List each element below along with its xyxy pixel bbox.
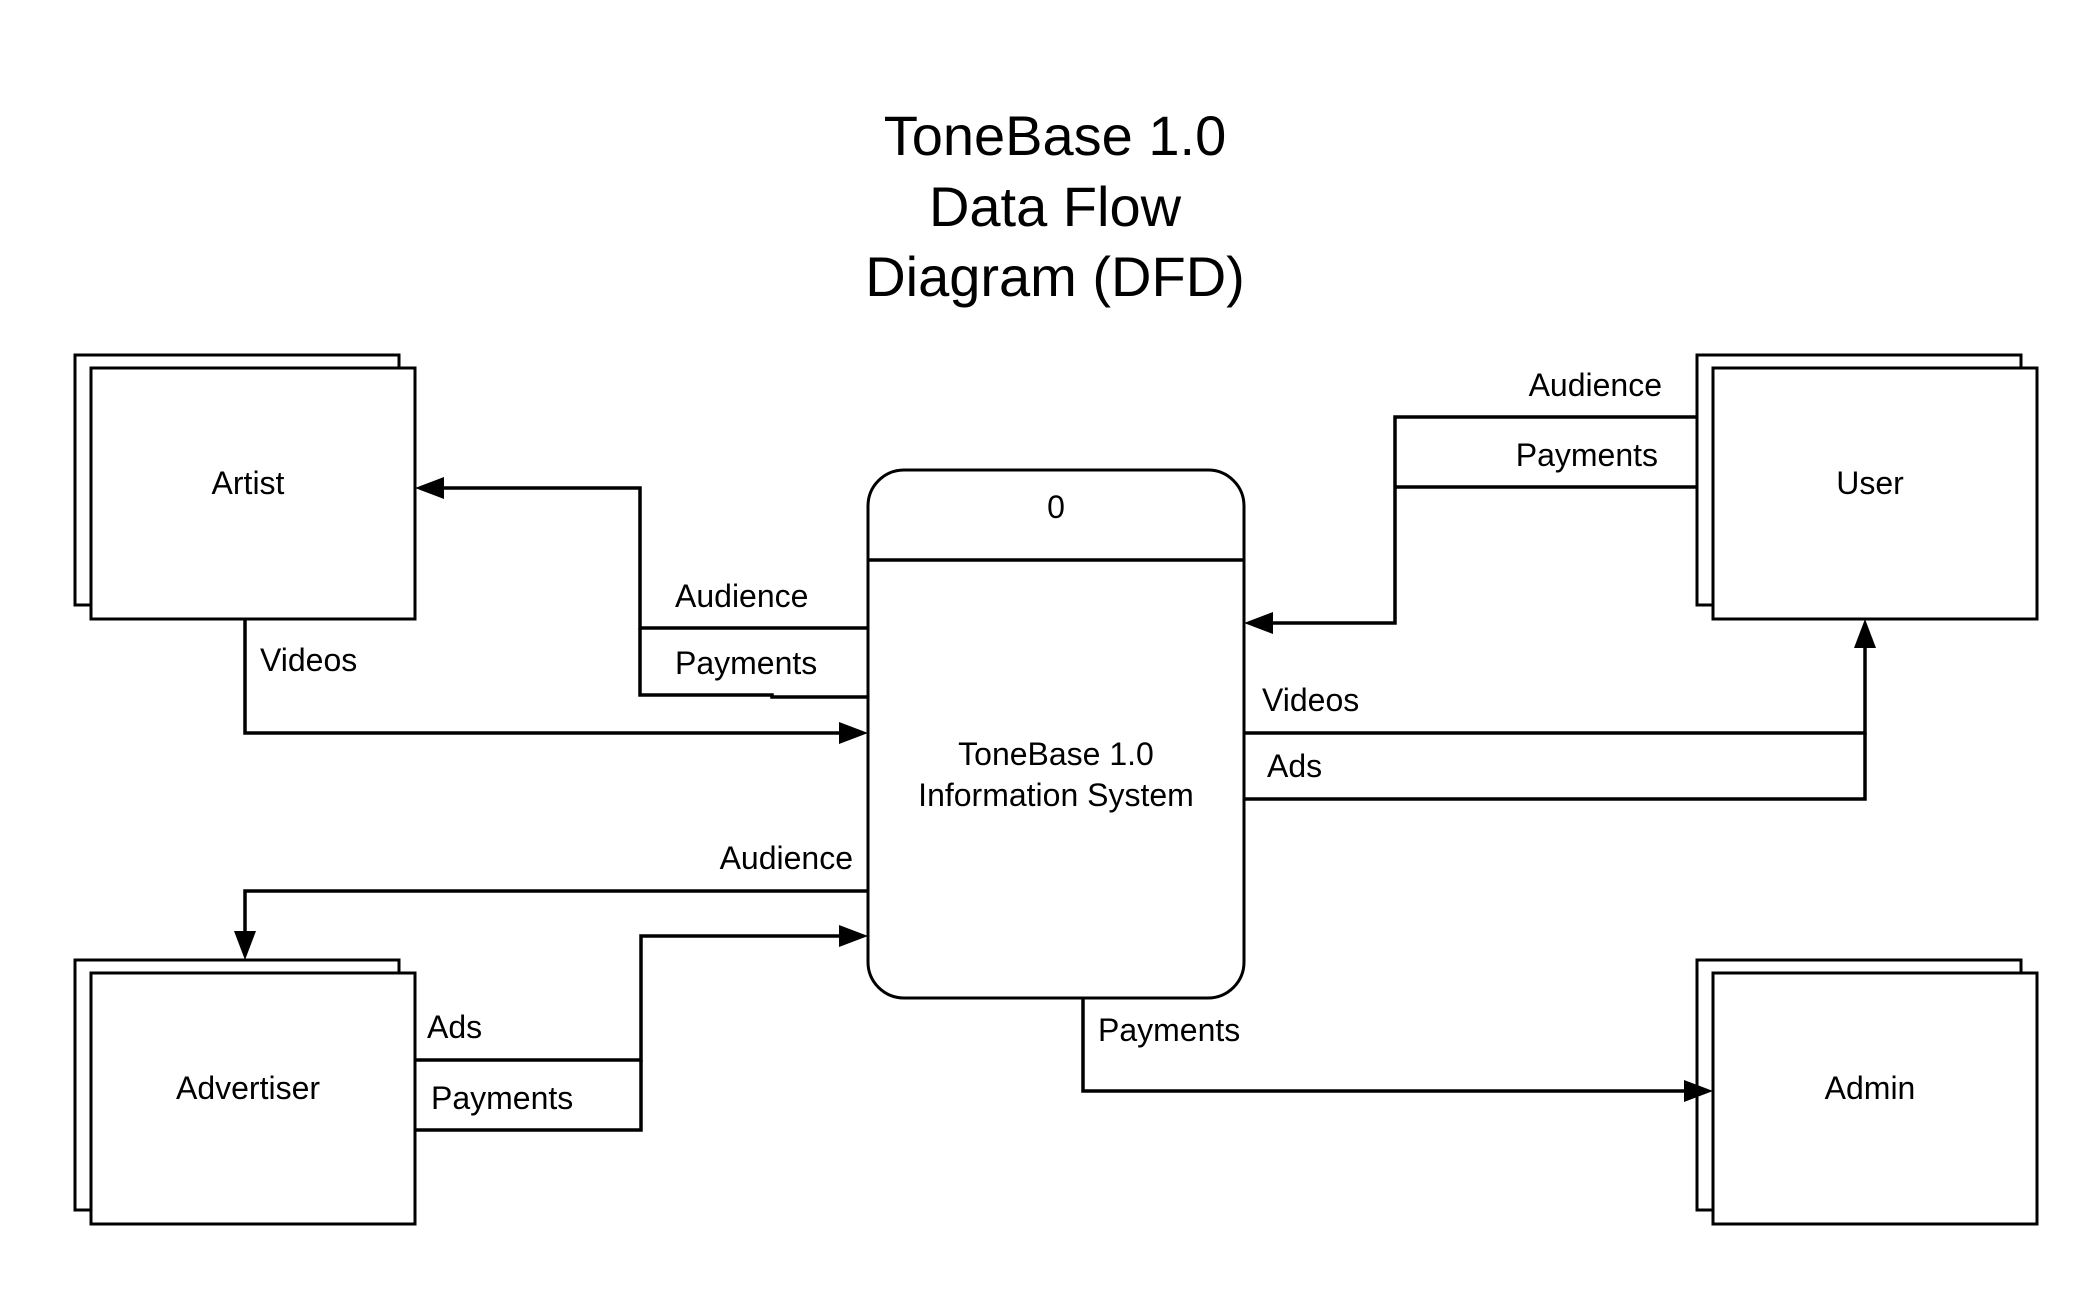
process-name-line-1: ToneBase 1.0 [958, 736, 1154, 772]
diagram-title: ToneBase 1.0 Data Flow Diagram (DFD) [865, 104, 1245, 308]
flow-label-advertiser-ads: Ads [427, 1009, 482, 1045]
flow-label-artist-audience: Audience [675, 578, 808, 614]
flow-label-user-ads: Ads [1267, 748, 1322, 784]
flow-system-to-advertiser: Audience [234, 840, 868, 960]
entity-artist-label: Artist [212, 465, 285, 501]
arrowhead-to-artist [415, 477, 444, 499]
flow-label-artist-payments: Payments [675, 645, 817, 681]
entity-advertiser-label: Advertiser [176, 1070, 320, 1106]
entity-advertiser[interactable]: Advertiser [73, 958, 417, 1226]
flow-user-to-system: Audience Payments [1244, 367, 1697, 634]
process-tonebase-system[interactable]: 0 ToneBase 1.0 Information System [866, 468, 1246, 1000]
entity-user-label: User [1836, 465, 1904, 501]
entity-admin[interactable]: Admin [1695, 958, 2039, 1226]
flow-system-to-admin: Payments [1081, 998, 1713, 1102]
flow-label-advertiser-payments: Payments [431, 1080, 573, 1116]
flow-system-user-ads-line [1244, 733, 1867, 801]
title-line-1: ToneBase 1.0 [884, 104, 1226, 167]
arrowhead-to-advertiser [234, 931, 256, 960]
arrowhead-artist-to-system [839, 722, 868, 744]
arrowhead-advertiser-to-system [839, 925, 868, 947]
flow-artist-to-system: Videos [243, 619, 868, 744]
flow-system-to-user: Videos Ads [1244, 619, 1876, 801]
flow-label-advertiser-audience: Audience [720, 840, 853, 876]
flow-advertiser-audience-line [243, 889, 868, 934]
title-line-2: Data Flow [929, 175, 1182, 238]
entity-user[interactable]: User [1695, 353, 2039, 621]
flow-label-admin-payments: Payments [1098, 1012, 1240, 1048]
process-box [866, 468, 1246, 1000]
flow-advertiser-to-system: Ads Payments [415, 925, 868, 1132]
process-number: 0 [1047, 489, 1065, 525]
flow-label-user-videos: Videos [1262, 682, 1359, 718]
arrowhead-to-user [1854, 619, 1876, 648]
arrowhead-user-to-system [1244, 612, 1273, 634]
process-name-line-2: Information System [918, 777, 1194, 813]
flow-system-to-artist: Audience Payments [415, 477, 868, 699]
flow-label-user-payments: Payments [1516, 437, 1658, 473]
title-line-3: Diagram (DFD) [865, 245, 1245, 308]
entity-admin-label: Admin [1825, 1070, 1916, 1106]
dfd-diagram: ToneBase 1.0 Data Flow Diagram (DFD) Art… [73, 104, 2039, 1226]
entity-artist[interactable]: Artist [73, 353, 417, 621]
flow-label-artist-videos: Videos [260, 642, 357, 678]
flow-label-user-audience: Audience [1529, 367, 1662, 403]
